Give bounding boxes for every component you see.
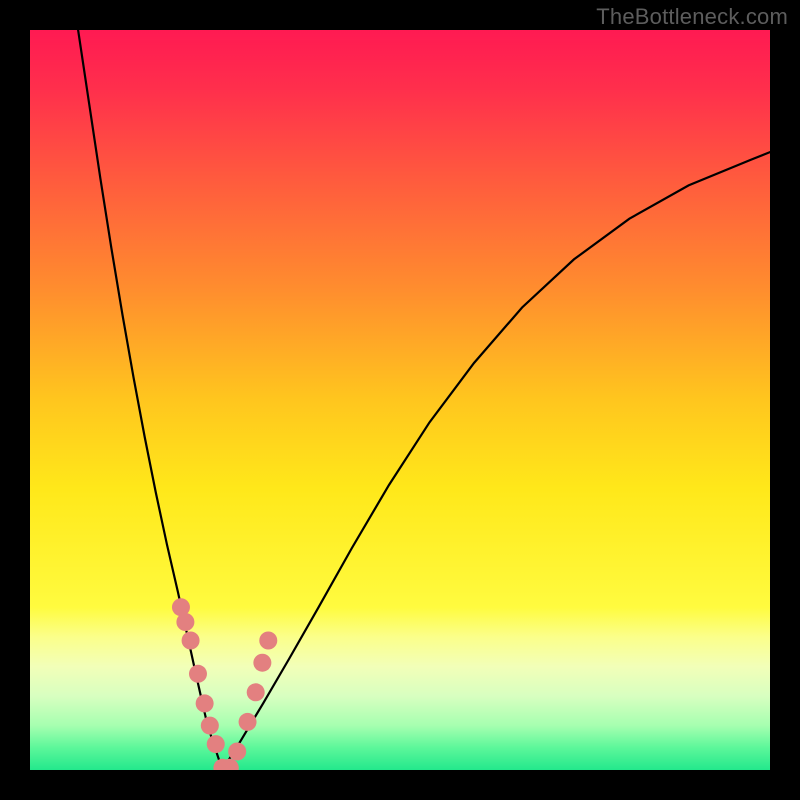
plot-area: [30, 30, 770, 770]
marker-dot: [176, 613, 194, 631]
marker-dot: [196, 694, 214, 712]
marker-dot: [259, 632, 277, 650]
marker-dot: [247, 683, 265, 701]
chart-frame: TheBottleneck.com: [0, 0, 800, 800]
marker-dot: [182, 632, 200, 650]
marker-dot: [207, 735, 225, 753]
marker-dot: [239, 713, 257, 731]
marker-dot: [201, 717, 219, 735]
watermark-text: TheBottleneck.com: [596, 4, 788, 30]
chart-svg: [30, 30, 770, 770]
marker-dot: [253, 654, 271, 672]
marker-dot: [189, 665, 207, 683]
gradient-background: [30, 30, 770, 770]
marker-dot: [228, 743, 246, 761]
